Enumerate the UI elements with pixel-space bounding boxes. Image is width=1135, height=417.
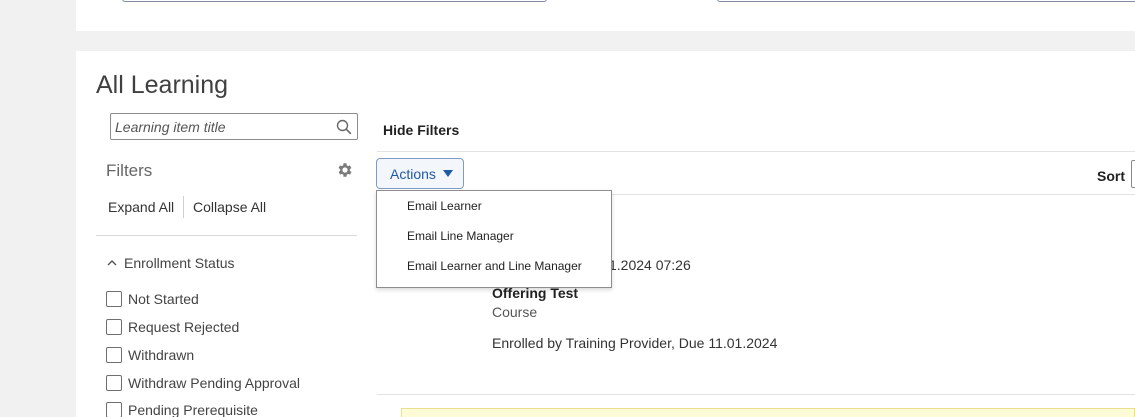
checkbox[interactable]	[106, 319, 122, 335]
item-date: 1.2024 07:26	[609, 257, 691, 273]
filters-title: Filters	[106, 161, 153, 180]
notice-banner	[401, 408, 1135, 417]
menu-item-email-learner[interactable]: Email Learner	[377, 192, 611, 220]
filter-option[interactable]: Pending Prerequisite	[106, 400, 258, 417]
toolbar-divider	[377, 151, 1135, 152]
gear-icon[interactable]	[336, 161, 354, 179]
filter-option[interactable]: Withdrawn	[106, 345, 194, 365]
sort-label: Sort	[1097, 168, 1125, 184]
page-title: All Learning	[96, 71, 229, 99]
link-divider	[183, 196, 184, 218]
expand-all-link[interactable]: Expand All	[108, 199, 174, 215]
checkbox[interactable]	[106, 291, 122, 307]
top-field-right[interactable]	[717, 0, 1135, 2]
collapse-all-link[interactable]: Collapse All	[193, 199, 266, 215]
top-card	[76, 0, 1135, 31]
caret-down-icon	[442, 170, 453, 177]
filters-divider	[96, 235, 357, 236]
actions-dropdown-menu: Email Learner Email Line Manager Email L…	[376, 190, 612, 288]
checkbox[interactable]	[106, 375, 122, 391]
filter-option-label: Pending Prerequisite	[128, 402, 258, 417]
checkbox[interactable]	[106, 402, 122, 417]
menu-item-email-learner-and-line-manager[interactable]: Email Learner and Line Manager	[377, 252, 611, 280]
filter-option[interactable]: Withdraw Pending Approval	[106, 373, 300, 393]
enrollment-status-header[interactable]: Enrollment Status	[124, 255, 235, 271]
filter-option-label: Withdrawn	[128, 347, 195, 363]
filter-option-label: Request Rejected	[128, 319, 240, 335]
hide-filters-link[interactable]: Hide Filters	[383, 122, 459, 138]
item-status: Enrolled by Training Provider, Due 11.01…	[492, 335, 778, 351]
filter-option-label: Withdraw Pending Approval	[128, 375, 300, 391]
actions-button[interactable]: Actions	[376, 158, 464, 189]
sort-select[interactable]	[1131, 160, 1135, 188]
search-icon[interactable]	[336, 119, 352, 135]
top-field-left[interactable]	[122, 0, 547, 2]
checkbox[interactable]	[106, 347, 122, 363]
search-input[interactable]	[115, 119, 331, 135]
item-divider	[377, 394, 1135, 395]
actions-button-label: Actions	[390, 165, 436, 182]
filter-option[interactable]: Request Rejected	[106, 317, 239, 337]
filter-option[interactable]: Not Started	[106, 289, 199, 309]
menu-item-email-line-manager[interactable]: Email Line Manager	[377, 222, 611, 250]
search-box[interactable]	[110, 113, 358, 140]
filter-option-label: Not Started	[128, 291, 199, 307]
chevron-up-icon[interactable]	[106, 257, 118, 269]
item-type: Course	[492, 304, 538, 320]
